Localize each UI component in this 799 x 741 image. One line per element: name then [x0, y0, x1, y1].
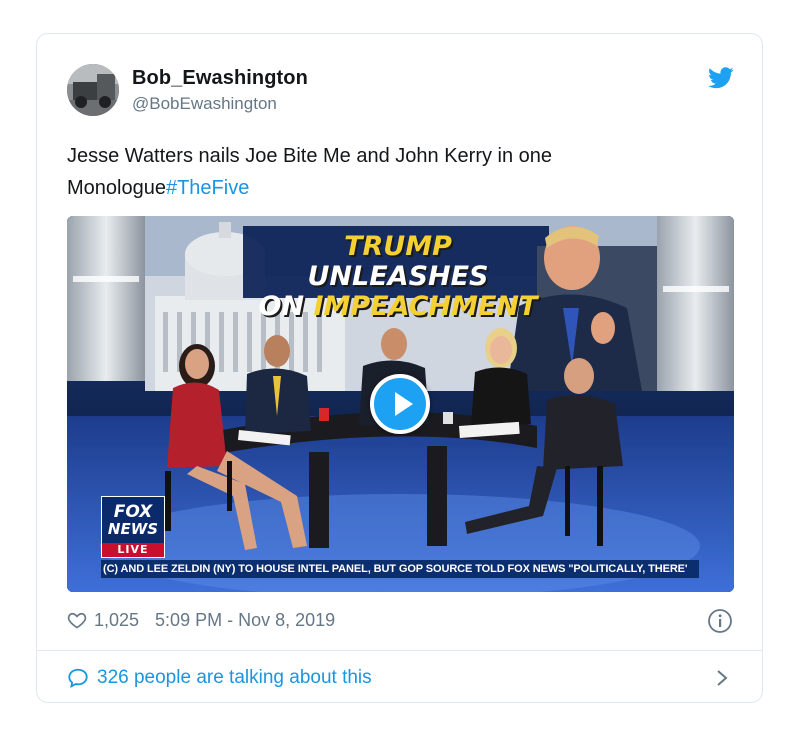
tweet-timestamp[interactable]: 5:09 PM - Nov 8, 2019 [155, 610, 335, 631]
author-name[interactable]: Bob_Ewashington [132, 67, 308, 90]
info-icon[interactable] [707, 608, 733, 634]
headline-word-unleashes: UNLEASHES [307, 261, 489, 292]
hashtag-link[interactable]: #TheFive [166, 177, 249, 199]
headline-word-impeachment: IMPEACHMENT [313, 291, 538, 322]
footer-divider [37, 650, 762, 651]
fox-news-logo: FOX NEWS LIVE [101, 496, 165, 558]
tweet-meta: 1,025 5:09 PM - Nov 8, 2019 [67, 609, 335, 631]
talking-count-text[interactable]: 326 people are talking about this [97, 667, 372, 689]
tweet-card[interactable]: Bob_Ewashington @BobEwashington Jesse Wa… [36, 33, 763, 703]
speech-bubble-icon [68, 668, 88, 688]
tweet-body: Jesse Watters nails Joe Bite Me and John… [67, 145, 553, 199]
twitter-bird-icon[interactable] [708, 67, 734, 89]
tweet-text: Jesse Watters nails Joe Bite Me and John… [67, 140, 727, 204]
avatar[interactable] [67, 64, 119, 116]
headline-word-on: ON [258, 291, 314, 322]
video-thumbnail[interactable]: TRUMP UNLEASHES ON IMPEACHMENT FOX NEWS … [67, 216, 734, 592]
author-handle[interactable]: @BobEwashington [132, 94, 277, 114]
video-headline: TRUMP UNLEASHES ON IMPEACHMENT [253, 232, 543, 322]
chevron-right-icon[interactable] [715, 668, 729, 688]
news-ticker: (C) AND LEE ZELDIN (NY) TO HOUSE INTEL P… [101, 560, 699, 578]
like-count[interactable]: 1,025 [94, 610, 139, 631]
heart-icon[interactable] [67, 610, 87, 630]
logo-line-fox: FOX [113, 502, 153, 522]
conversation-link[interactable]: 326 people are talking about this [67, 666, 372, 690]
play-button[interactable] [370, 374, 430, 434]
headline-word-trump: TRUMP [344, 231, 452, 262]
live-badge: LIVE [102, 543, 164, 557]
logo-line-news: NEWS [107, 520, 159, 538]
